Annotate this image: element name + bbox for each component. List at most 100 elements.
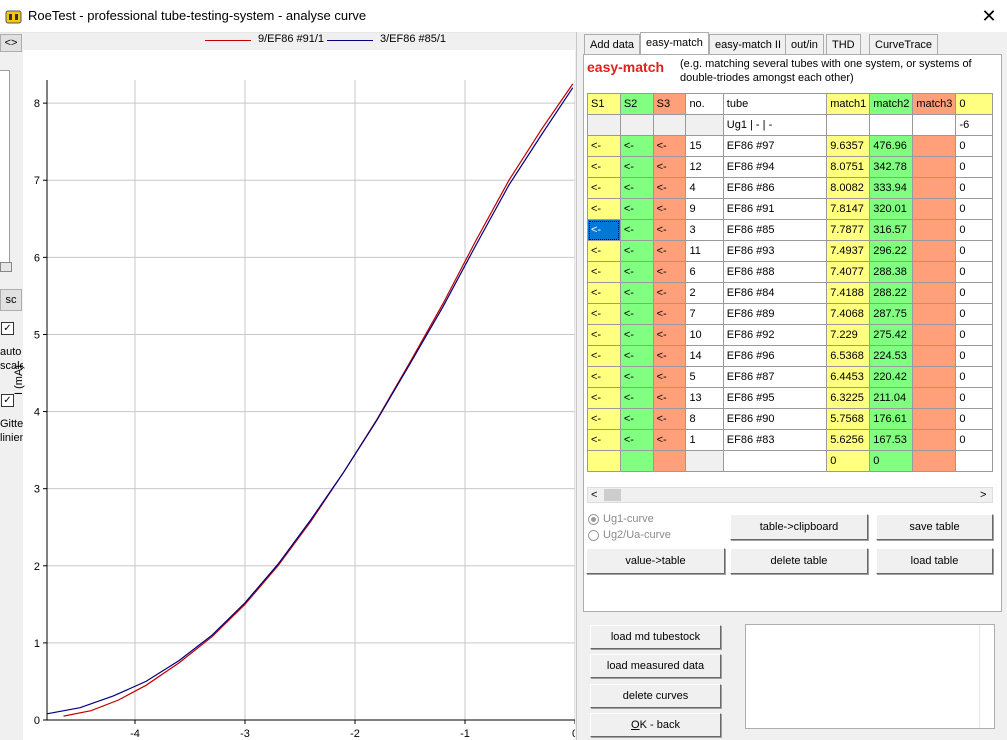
cell-tube[interactable]: tube [722,93,828,115]
gitter-checkbox[interactable]: ✓ [1,394,14,407]
cell-match3[interactable] [912,114,957,136]
cell-extra[interactable]: 0 [955,303,993,325]
table-row[interactable]: <- <- <- 2 EF86 #84 7.4188 288.22 0 [587,282,993,304]
cell-s2[interactable]: <- [619,261,654,283]
cell-s1[interactable]: <- [587,198,621,220]
table-row[interactable]: <- <- <- 6 EF86 #88 7.4077 288.38 0 [587,261,993,283]
cell-s1[interactable]: <- [587,345,621,367]
table-header-row[interactable]: S1 S2 S3 no. tube match1 match2 match3 0 [587,93,993,115]
cell-match3[interactable] [912,324,957,346]
cell-match2[interactable]: 320.01 [869,198,914,220]
memo-scrollbar[interactable] [979,625,994,728]
cell-no[interactable]: 5 [685,366,724,388]
cell-s1[interactable]: <- [587,429,621,451]
cell-tube[interactable]: EF86 #97 [722,135,828,157]
cell-match3[interactable] [912,240,957,262]
table-row[interactable]: <- <- <- 15 EF86 #97 9.6357 476.96 0 [587,135,993,157]
cell-tube[interactable]: EF86 #85 [722,219,828,241]
cell-match3[interactable] [912,450,957,472]
cell-match1[interactable]: 7.4068 [826,303,871,325]
cell-s3[interactable]: <- [652,240,687,262]
cell-extra[interactable]: 0 [955,429,993,451]
cell-s3[interactable] [652,450,687,472]
cell-s3[interactable]: <- [652,429,687,451]
cell-match2[interactable]: 167.53 [869,429,914,451]
cell-tube[interactable]: EF86 #91 [722,198,828,220]
table-row[interactable]: <- <- <- 1 EF86 #83 5.6256 167.53 0 [587,429,993,451]
scroll-thumb[interactable] [604,489,621,501]
table-row[interactable]: <- <- <- 7 EF86 #89 7.4068 287.75 0 [587,303,993,325]
table-row[interactable]: <- <- <- 12 EF86 #94 8.0751 342.78 0 [587,156,993,178]
cell-s2[interactable]: <- [619,219,654,241]
cell-s2[interactable]: <- [619,324,654,346]
cell-match1[interactable]: 7.229 [826,324,871,346]
table-row[interactable]: <- <- <- 8 EF86 #90 5.7568 176.61 0 [587,408,993,430]
cell-s1[interactable]: <- [587,303,621,325]
cell-s3[interactable]: <- [652,345,687,367]
cell-extra[interactable]: 0 [955,219,993,241]
cell-tube[interactable]: EF86 #94 [722,156,828,178]
cell-extra[interactable]: -6 [955,114,993,136]
cell-s2[interactable]: <- [619,135,654,157]
cell-s3[interactable]: <- [652,156,687,178]
cell-tube[interactable]: EF86 #89 [722,303,828,325]
cell-s2[interactable]: <- [619,240,654,262]
cell-extra[interactable]: 0 [955,387,993,409]
cell-match2[interactable] [869,114,914,136]
table-row[interactable]: <- <- <- 4 EF86 #86 8.0082 333.94 0 [587,177,993,199]
cell-no[interactable]: 7 [685,303,724,325]
cell-s1[interactable]: <- [587,387,621,409]
cell-match3[interactable] [912,303,957,325]
cell-s2[interactable]: <- [619,198,654,220]
cell-s2[interactable]: <- [619,408,654,430]
tab-easy-match-ii[interactable]: easy-match II [709,34,788,54]
cell-match2[interactable]: 211.04 [869,387,914,409]
cell-s3[interactable]: <- [652,387,687,409]
cell-s2[interactable]: <- [619,303,654,325]
cell-match3[interactable] [912,408,957,430]
table-row[interactable]: <- <- <- 13 EF86 #95 6.3225 211.04 0 [587,387,993,409]
cell-match2[interactable]: 224.53 [869,345,914,367]
cell-match2[interactable]: 275.42 [869,324,914,346]
cell-extra[interactable]: 0 [955,93,993,115]
cell-extra[interactable]: 0 [955,366,993,388]
cell-extra[interactable]: 0 [955,282,993,304]
cell-s3[interactable]: <- [652,282,687,304]
cell-match2[interactable]: 287.75 [869,303,914,325]
vertical-slider[interactable] [0,70,10,272]
cell-no[interactable]: no. [685,93,724,115]
cell-match2[interactable]: 342.78 [869,156,914,178]
tab-curvetrace[interactable]: CurveTrace [869,34,939,54]
delete-table-button[interactable]: delete table [730,548,868,574]
cell-no[interactable] [685,450,724,472]
cell-extra[interactable]: 0 [955,177,993,199]
table-horizontal-scrollbar[interactable] [587,487,993,503]
cell-extra[interactable]: 0 [955,261,993,283]
cell-extra[interactable]: 0 [955,198,993,220]
cell-match1[interactable]: 6.5368 [826,345,871,367]
cell-s2[interactable]: <- [619,429,654,451]
cell-match3[interactable] [912,177,957,199]
table-row[interactable]: <- <- <- 14 EF86 #96 6.5368 224.53 0 [587,345,993,367]
cell-match1[interactable]: 6.4453 [826,366,871,388]
cell-s1[interactable]: <- [587,219,621,241]
cell-s3[interactable]: <- [652,198,687,220]
cell-match3[interactable] [912,135,957,157]
cell-no[interactable]: 3 [685,219,724,241]
close-icon[interactable]: ✕ [978,5,1000,27]
cell-match3[interactable]: match3 [912,93,957,115]
cell-s2[interactable] [619,114,654,136]
cell-match1[interactable] [826,114,871,136]
cell-no[interactable]: 6 [685,261,724,283]
cell-match1[interactable]: 7.7877 [826,219,871,241]
cell-no[interactable] [685,114,724,136]
cell-no[interactable]: 15 [685,135,724,157]
cell-s1[interactable]: S1 [587,93,621,115]
slider-thumb[interactable] [0,262,12,272]
cell-tube[interactable]: EF86 #87 [722,366,828,388]
cell-s2[interactable]: <- [619,366,654,388]
table-row[interactable]: <- <- <- 5 EF86 #87 6.4453 220.42 0 [587,366,993,388]
cell-extra[interactable]: 0 [955,408,993,430]
cell-s2[interactable]: <- [619,387,654,409]
cell-s3[interactable]: S3 [652,93,687,115]
